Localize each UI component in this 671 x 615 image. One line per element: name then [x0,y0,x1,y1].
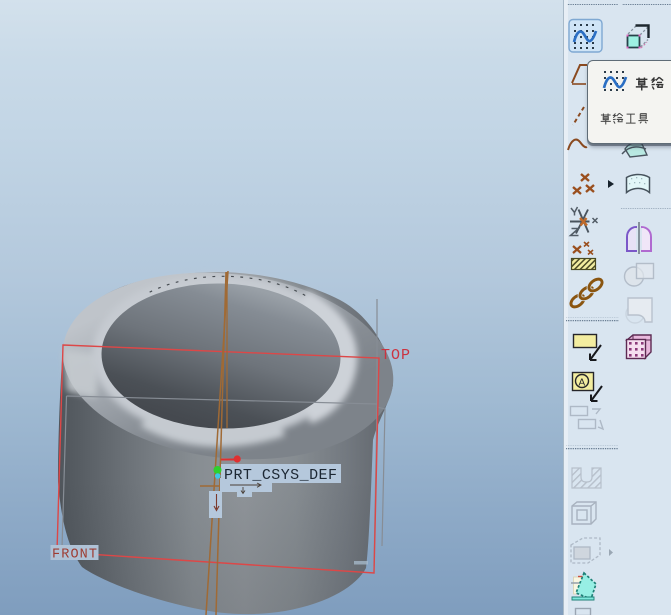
svg-text:A: A [579,378,586,389]
